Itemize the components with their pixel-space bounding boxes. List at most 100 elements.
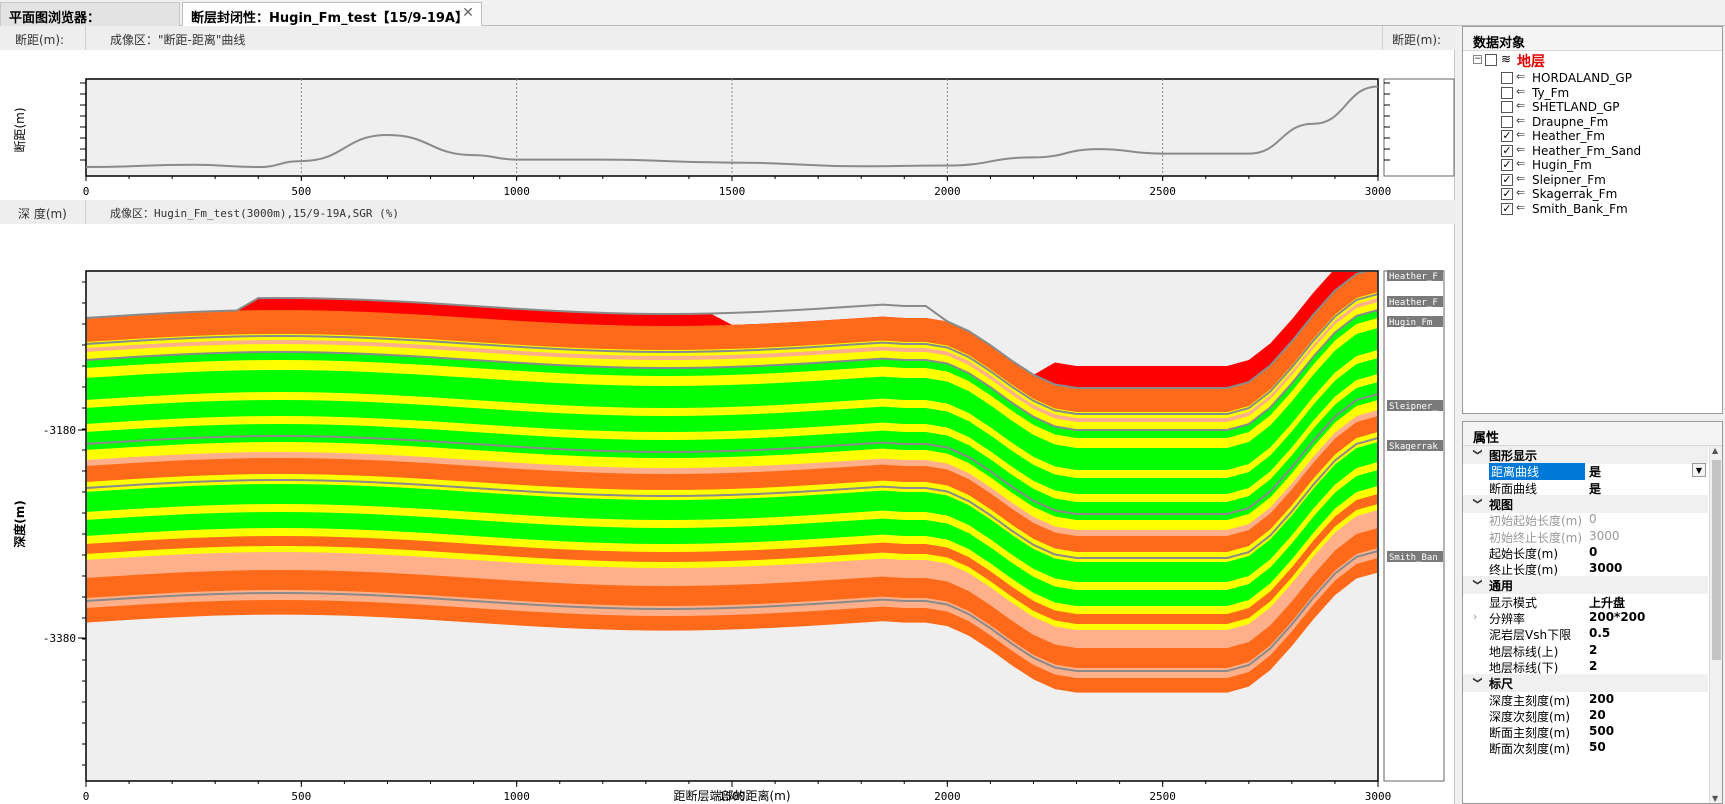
- layer-checkbox[interactable]: [1501, 72, 1513, 84]
- horizon-icon: ⇐: [1516, 113, 1526, 127]
- layer-label: Skagerrak_Fm: [1532, 187, 1618, 201]
- tab-map-browser[interactable]: 平面图浏览器：Hugin_Fm: [0, 2, 180, 41]
- sgr-xlabel: 距断层端部的距离(m): [673, 788, 790, 803]
- layer-label: Draupne_Fm: [1532, 114, 1609, 129]
- depth-tick-label: -3380: [43, 632, 76, 645]
- horizon-icon: ⇐: [1516, 157, 1526, 170]
- property-category[interactable]: ❯ 通用: [1463, 576, 1708, 595]
- horizon-icon: ⇐: [1516, 171, 1526, 185]
- property-row[interactable]: 初始终止长度(m) 3000: [1463, 528, 1708, 546]
- x-tick-label: 1000: [503, 185, 530, 198]
- x-tick-label: 0: [83, 185, 90, 198]
- layer-checkbox[interactable]: ✓: [1501, 144, 1513, 157]
- tree-item[interactable]: ✓ ⇐ Smith_Bank_Fm: [1501, 200, 1711, 218]
- property-value[interactable]: 2: [1589, 643, 1597, 657]
- collapse-icon[interactable]: −: [1473, 55, 1482, 64]
- property-row[interactable]: 初始起始长度(m) 0: [1463, 511, 1708, 529]
- throw-unit-label-right: 断距(m):: [1392, 33, 1442, 47]
- layers-icon: ≋: [1501, 52, 1512, 66]
- throw-ylabel: 断距(m): [12, 107, 27, 152]
- x-tick-label: 3000: [1365, 790, 1392, 803]
- layer-checkbox[interactable]: ✓: [1501, 188, 1513, 200]
- root-checkbox[interactable]: [1485, 54, 1497, 66]
- tree-root-label: 地层: [1517, 54, 1545, 70]
- layer-label: HORDALAND_GP: [1532, 71, 1632, 85]
- layer-label: SHETLAND_GP: [1532, 100, 1620, 114]
- sgr-section-chart: Heather_F Heather_F Hugin_Fm Sleipner_ Skage…: [12, 270, 1445, 803]
- property-row[interactable]: 断面主刻度(m) 500: [1463, 723, 1708, 741]
- properties-scrollbar[interactable]: ▲ ▼: [1709, 446, 1722, 803]
- x-tick-label: 1500: [719, 185, 746, 198]
- horizon-icon: ⇐: [1516, 200, 1526, 214]
- scroll-up-icon[interactable]: ▲: [1712, 446, 1718, 455]
- dropdown-icon[interactable]: ▼: [1692, 463, 1706, 478]
- layer-label: Ty_Fm: [1532, 85, 1570, 100]
- chevron-down-icon[interactable]: ❯: [1472, 676, 1482, 684]
- x-tick-label: 1000: [503, 790, 530, 803]
- property-row[interactable]: 终止长度(m) 3000: [1463, 560, 1708, 578]
- x-tick-label: 2500: [1149, 185, 1176, 198]
- property-value[interactable]: 200: [1589, 692, 1614, 706]
- x-tick-label: 2000: [934, 790, 961, 803]
- property-row[interactable]: 断面次刻度(m) 50: [1463, 739, 1708, 757]
- chevron-down-icon[interactable]: ❯: [1472, 579, 1482, 587]
- x-tick-label: 2500: [1149, 790, 1176, 803]
- property-value[interactable]: 0.5: [1589, 626, 1610, 640]
- property-row[interactable]: › 分辨率 200*200: [1463, 609, 1708, 627]
- data-objects-title: 数据对象: [1463, 27, 1722, 51]
- tree-root[interactable]: − ≋ 地层: [1473, 52, 1713, 70]
- horizon-tag-label: Skagerrak: [1389, 442, 1438, 452]
- layer-checkbox[interactable]: ✓: [1501, 173, 1513, 186]
- property-row[interactable]: 深度主刻度(m) 200: [1463, 691, 1708, 709]
- layer-checkbox[interactable]: ✓: [1501, 130, 1513, 142]
- property-category[interactable]: ❯ 视图: [1463, 494, 1708, 513]
- property-key: 断面次刻度(m): [1489, 742, 1571, 757]
- tab-bar: 平面图浏览器：Hugin_Fm 断层封闭性：Hugin_Fm_test【15/9…: [0, 0, 1725, 41]
- property-value[interactable]: 50: [1589, 740, 1606, 754]
- property-row[interactable]: 显示模式 上升盘: [1463, 593, 1708, 611]
- horizon-tag-label: Smith_Ban: [1389, 553, 1438, 563]
- property-value[interactable]: 20: [1589, 708, 1606, 722]
- layer-checkbox[interactable]: [1501, 115, 1513, 128]
- property-value[interactable]: 500: [1589, 724, 1614, 738]
- property-value[interactable]: 0: [1589, 512, 1597, 526]
- x-tick-label: 0: [83, 790, 90, 803]
- data-objects-panel: 数据对象 − ≋ 地层 ⇐ HORDALAND_GP ⇐ Ty_Fm ⇐ SHETLAND…: [1462, 26, 1723, 414]
- throw-chart-title: 成像区："断距-距离"曲线: [110, 33, 246, 47]
- property-value[interactable]: 200*200: [1589, 610, 1645, 624]
- depth-tick-label: -3180: [43, 424, 76, 437]
- property-row[interactable]: 地层标线(下) 2: [1463, 658, 1708, 676]
- fault-seal-viewer: 断距(m): 成像区："断距-距离"曲线 断距(m): 0 500 1000 1500…: [0, 26, 1455, 804]
- tab-fault-seal[interactable]: 断层封闭性：Hugin_Fm_test【15/9-19A】 ✕: [182, 2, 482, 26]
- property-value[interactable]: 3000: [1589, 529, 1620, 543]
- property-row[interactable]: 泥岩层Vsh下限 0.5: [1463, 625, 1708, 643]
- property-value[interactable]: 3000: [1589, 561, 1622, 575]
- property-row[interactable]: 断面曲线是: [1463, 479, 1708, 497]
- divider: [85, 200, 86, 224]
- property-row[interactable]: 起始长度(m) 0: [1463, 544, 1708, 562]
- chevron-down-icon[interactable]: ❯: [1472, 448, 1482, 456]
- property-category[interactable]: ❯ 图形显示: [1463, 446, 1708, 464]
- property-row[interactable]: 地层标线(上) 2: [1463, 642, 1708, 660]
- scroll-down-icon[interactable]: ▼: [1712, 794, 1718, 803]
- layer-checkbox[interactable]: [1501, 86, 1513, 99]
- property-value[interactable]: 0: [1589, 545, 1597, 559]
- x-tick-label: 3000: [1365, 185, 1392, 198]
- layer-label: Smith_Bank_Fm: [1532, 201, 1628, 216]
- property-category[interactable]: ❯ 标尺: [1463, 674, 1708, 693]
- property-value[interactable]: 2: [1589, 659, 1597, 673]
- close-icon[interactable]: ✕: [461, 6, 475, 20]
- chevron-down-icon[interactable]: ❯: [1472, 497, 1482, 505]
- throw-unit-label: 断距(m):: [15, 33, 65, 47]
- scrollbar-thumb[interactable]: [1712, 460, 1721, 660]
- properties-title: 属性: [1463, 422, 1722, 446]
- layer-checkbox[interactable]: ✓: [1501, 159, 1513, 171]
- divider: [85, 26, 86, 50]
- chevron-right-icon[interactable]: ›: [1473, 610, 1477, 623]
- property-row[interactable]: 深度次刻度(m) 20: [1463, 707, 1708, 725]
- property-row[interactable]: 距离曲线是 ▼: [1463, 462, 1708, 481]
- horizon-tag-label: Heather_F: [1389, 272, 1438, 282]
- layer-checkbox[interactable]: [1501, 101, 1513, 113]
- x-tick-label: 500: [291, 790, 311, 803]
- layer-checkbox[interactable]: ✓: [1501, 202, 1513, 215]
